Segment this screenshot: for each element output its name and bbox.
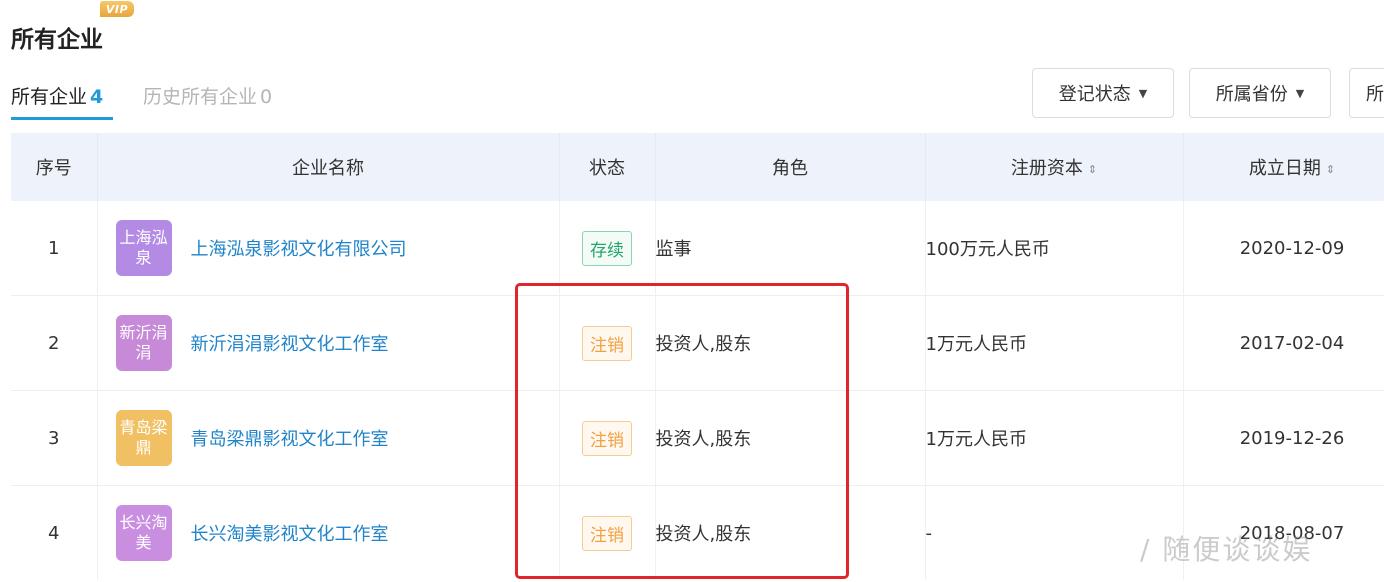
tab-label: 历史所有企业 — [143, 86, 258, 108]
filter-label: 所属省份 — [1215, 84, 1288, 105]
caret-down-icon: ▼ — [1138, 86, 1148, 100]
caret-down-icon: ▼ — [1295, 86, 1305, 100]
status-cell: 注销 — [559, 485, 656, 580]
company-logo[interactable]: 新沂涓涓 — [115, 315, 172, 371]
company-name-cell: 新沂涓涓 新沂涓涓影视文化工作室 — [97, 295, 560, 391]
companies-table: 序号 企业名称 状态 角色 注册资本 ⇕ 成立日期 ⇕ 1 上海泓泉 上海泓泉影视文… — [11, 133, 1384, 580]
vip-badge: VIP — [100, 1, 134, 17]
filter-more[interactable]: 所 — [1349, 68, 1384, 118]
column-header-index: 序号 — [11, 133, 98, 201]
status-badge: 存续 — [582, 230, 632, 266]
column-header-registered-capital[interactable]: 注册资本 ⇕ — [925, 133, 1184, 201]
row-index: 4 — [11, 485, 98, 580]
sort-icon[interactable]: ⇕ — [1088, 163, 1097, 176]
column-header-company-name: 企业名称 — [97, 133, 560, 201]
tab-count: 0 — [260, 86, 273, 108]
status-badge: 注销 — [582, 325, 632, 361]
company-name-link[interactable]: 上海泓泉影视文化有限公司 — [191, 235, 407, 261]
active-tab-indicator — [11, 117, 113, 120]
table-row[interactable]: 1 上海泓泉 上海泓泉影视文化有限公司 存续 监事 100万元人民币 2020-… — [11, 201, 1384, 296]
sort-icon[interactable]: ⇕ — [1326, 163, 1335, 176]
filter-label: 所 — [1366, 84, 1384, 105]
column-header-founded-date[interactable]: 成立日期 ⇕ — [1183, 133, 1384, 201]
founded-date-cell: 2019-12-26 — [1183, 390, 1384, 486]
company-logo[interactable]: 长兴淘美 — [115, 505, 172, 561]
tab-history-companies[interactable]: 历史所有企业 0 — [143, 82, 272, 109]
company-logo[interactable]: 上海泓泉 — [115, 220, 172, 276]
status-cell: 注销 — [559, 390, 656, 486]
row-index: 2 — [11, 295, 98, 391]
status-badge: 注销 — [582, 420, 632, 456]
founded-date-cell: 2020-12-09 — [1183, 201, 1384, 296]
registered-capital-cell: 1万元人民币 — [925, 295, 1184, 391]
status-badge: 注销 — [582, 515, 632, 551]
role-cell: 投资人,股东 — [655, 390, 926, 486]
column-header-status: 状态 — [559, 133, 656, 201]
company-name-link[interactable]: 长兴淘美影视文化工作室 — [191, 520, 389, 546]
filter-province[interactable]: 所属省份 ▼ — [1189, 68, 1331, 118]
role-cell: 投资人,股东 — [655, 485, 926, 580]
registered-capital-cell: 100万元人民币 — [925, 201, 1184, 296]
column-header-role: 角色 — [655, 133, 926, 201]
table-header-row: 序号 企业名称 状态 角色 注册资本 ⇕ 成立日期 ⇕ — [11, 133, 1384, 201]
registered-capital-cell: 1万元人民币 — [925, 390, 1184, 486]
table-row[interactable]: 3 青岛梁鼎 青岛梁鼎影视文化工作室 注销 投资人,股东 1万元人民币 2019… — [11, 390, 1384, 486]
row-index: 1 — [11, 201, 98, 296]
watermark: / 随便谈谈娱 — [1140, 533, 1313, 566]
tab-all-companies[interactable]: 所有企业 4 — [11, 82, 103, 109]
company-name-cell: 青岛梁鼎 青岛梁鼎影视文化工作室 — [97, 390, 560, 486]
role-cell: 投资人,股东 — [655, 295, 926, 391]
page: VIP 所有企业 所有企业 4 历史所有企业 0 登记状态 ▼ 所属省份 ▼ 所 序号 … — [0, 0, 1384, 582]
tab-count: 4 — [90, 86, 104, 108]
company-name-link[interactable]: 新沂涓涓影视文化工作室 — [191, 330, 389, 356]
founded-date-cell: 2017-02-04 — [1183, 295, 1384, 391]
company-name-cell: 长兴淘美 长兴淘美影视文化工作室 — [97, 485, 560, 580]
filter-label: 登记状态 — [1058, 84, 1131, 105]
company-logo[interactable]: 青岛梁鼎 — [115, 410, 172, 466]
tab-label: 所有企业 — [11, 86, 88, 108]
row-index: 3 — [11, 390, 98, 486]
status-cell: 存续 — [559, 201, 656, 296]
company-name-link[interactable]: 青岛梁鼎影视文化工作室 — [191, 425, 389, 451]
company-name-cell: 上海泓泉 上海泓泉影视文化有限公司 — [97, 201, 560, 296]
table-row[interactable]: 2 新沂涓涓 新沂涓涓影视文化工作室 注销 投资人,股东 1万元人民币 2017… — [11, 295, 1384, 391]
filter-registration-status[interactable]: 登记状态 ▼ — [1032, 68, 1174, 118]
role-cell: 监事 — [655, 201, 926, 296]
status-cell: 注销 — [559, 295, 656, 391]
page-title: 所有企业 — [11, 27, 103, 53]
